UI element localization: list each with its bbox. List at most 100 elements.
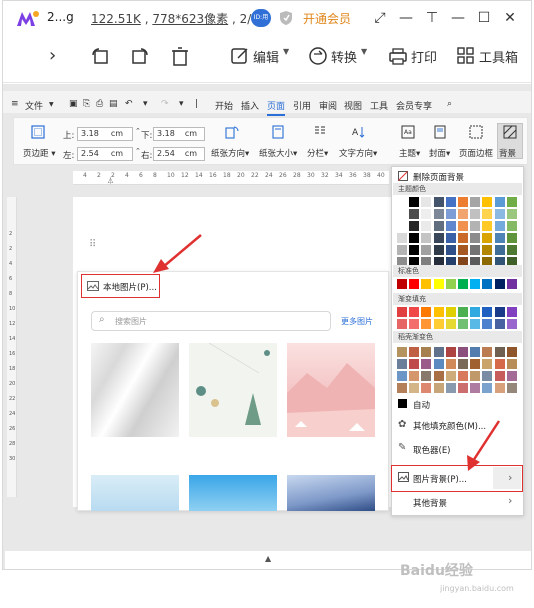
text-direction-button[interactable]: 文字方向▾ — [339, 147, 377, 159]
stock-gradient-swatch[interactable] — [506, 347, 517, 357]
stock-gradient-swatch[interactable] — [409, 383, 420, 393]
tab-home[interactable]: 开始 — [215, 99, 233, 112]
gradient-swatch[interactable] — [445, 307, 456, 317]
bg-thumb-white-silk[interactable] — [91, 343, 179, 437]
image-dims[interactable]: 778*623像素 — [152, 12, 228, 26]
theme-color-swatch[interactable] — [409, 221, 420, 231]
convert-button[interactable]: 转换 — [331, 47, 357, 66]
cover-button[interactable]: 封面▾ — [429, 147, 450, 159]
bg-thumb-blue-wave[interactable] — [287, 475, 375, 511]
stock-gradient-swatch[interactable] — [506, 383, 517, 393]
undo-dropdown-icon[interactable]: ▾ — [143, 99, 148, 109]
theme-color-swatch[interactable] — [470, 221, 481, 231]
minimize-small-icon[interactable]: — — [397, 9, 415, 27]
convert-icon[interactable] — [307, 45, 329, 67]
next-icon[interactable]: › — [49, 45, 71, 67]
left-margin-input[interactable]: 2.54 cm — [77, 147, 133, 161]
gradient-swatch[interactable] — [494, 307, 505, 317]
convert-dropdown-icon[interactable]: ▼ — [361, 47, 367, 56]
edit-dropdown-icon[interactable]: ▼ — [283, 47, 289, 56]
rotate-right-icon[interactable] — [129, 45, 151, 67]
gradient-swatch[interactable] — [506, 307, 517, 317]
stock-gradient-swatch[interactable] — [482, 371, 493, 381]
top-margin-stepper[interactable]: ⌃ — [135, 127, 141, 135]
standard-color-swatch[interactable] — [458, 279, 468, 289]
standard-color-swatch[interactable] — [506, 279, 517, 289]
gradient-swatch[interactable] — [421, 307, 432, 317]
chevron-right-icon[interactable]: › — [508, 494, 512, 507]
color-picker-item[interactable]: 取色器(E) — [413, 444, 451, 456]
theme-color-swatch[interactable] — [433, 233, 444, 243]
print-icon[interactable] — [387, 45, 409, 67]
stock-gradient-swatch[interactable] — [458, 359, 468, 369]
menu-icon[interactable]: ≡ — [11, 99, 19, 109]
text-direction-icon[interactable]: A — [351, 125, 365, 139]
fullscreen-icon[interactable]: ⤢ — [371, 9, 389, 27]
columns-icon[interactable] — [313, 125, 327, 139]
tab-page[interactable]: 页面 — [267, 99, 286, 116]
theme-color-swatch[interactable] — [445, 233, 456, 243]
expand-up-icon[interactable]: ▲ — [265, 554, 271, 563]
stock-gradient-swatch[interactable] — [397, 383, 407, 393]
gradient-swatch[interactable] — [482, 307, 493, 317]
pin-icon[interactable]: ⊤ — [423, 9, 441, 27]
gradient-swatch[interactable] — [397, 307, 407, 317]
gradient-swatch[interactable] — [482, 319, 493, 329]
gradient-swatch[interactable] — [506, 319, 517, 329]
page-border-button[interactable]: 页面边框 — [459, 147, 493, 159]
theme-color-swatch[interactable] — [458, 221, 468, 231]
minimize-icon[interactable]: — — [449, 9, 467, 27]
theme-icon[interactable]: Aa — [401, 125, 415, 139]
stock-gradient-swatch[interactable] — [506, 371, 517, 381]
toolbox-icon[interactable] — [455, 45, 477, 67]
theme-color-swatch[interactable] — [397, 221, 407, 231]
share-icon[interactable]: ⎘ — [83, 99, 90, 109]
bg-thumb-christmas-tree[interactable] — [189, 342, 277, 437]
theme-color-swatch[interactable] — [445, 221, 456, 231]
avatar[interactable]: ID:用户 — [251, 9, 271, 39]
gradient-swatch[interactable] — [409, 307, 420, 317]
stock-gradient-swatch[interactable] — [506, 359, 517, 369]
tab-member[interactable]: 会员专享 — [396, 99, 432, 112]
undo-icon[interactable]: ↶ — [125, 99, 133, 109]
save-icon[interactable]: ▣ — [69, 99, 78, 109]
redo-dropdown-icon[interactable]: ▾ — [179, 99, 184, 109]
redo-icon[interactable]: ↷ — [161, 99, 169, 109]
theme-color-swatch[interactable] — [445, 209, 456, 219]
gradient-swatch[interactable] — [433, 307, 444, 317]
theme-color-swatch[interactable] — [482, 209, 493, 219]
theme-color-swatch[interactable] — [470, 245, 481, 255]
theme-color-swatch[interactable] — [458, 233, 468, 243]
bg-thumb-sky[interactable] — [91, 475, 179, 511]
stock-gradient-swatch[interactable] — [433, 383, 444, 393]
auto-color-swatch[interactable] — [398, 399, 407, 408]
background-button[interactable]: 背景 — [499, 147, 516, 159]
theme-color-swatch[interactable] — [458, 245, 468, 255]
standard-color-swatch[interactable] — [421, 279, 432, 289]
theme-color-swatch[interactable] — [421, 221, 432, 231]
theme-color-swatch[interactable] — [494, 209, 505, 219]
stock-gradient-swatch[interactable] — [421, 359, 432, 369]
bg-thumb-blue[interactable] — [189, 475, 277, 511]
file-size[interactable]: 122.51K — [91, 12, 141, 26]
theme-color-swatch[interactable] — [506, 233, 517, 243]
theme-color-swatch[interactable] — [433, 221, 444, 231]
standard-color-swatch[interactable] — [433, 279, 444, 289]
standard-color-swatch[interactable] — [409, 279, 420, 289]
orientation-button[interactable]: 纸张方向▾ — [211, 147, 249, 159]
stock-gradient-swatch[interactable] — [494, 359, 505, 369]
tab-reference[interactable]: 引用 — [293, 99, 311, 112]
theme-color-swatch[interactable] — [409, 233, 420, 243]
theme-color-swatch[interactable] — [445, 197, 456, 207]
stock-gradient-swatch[interactable] — [397, 359, 407, 369]
theme-color-swatch[interactable] — [458, 209, 468, 219]
top-margin-input[interactable]: 3.18 cm — [77, 127, 133, 141]
standard-color-swatch[interactable] — [470, 279, 481, 289]
stock-gradient-swatch[interactable] — [482, 383, 493, 393]
theme-color-swatch[interactable] — [409, 197, 420, 207]
margins-icon[interactable] — [31, 125, 45, 139]
stock-gradient-swatch[interactable] — [409, 347, 420, 357]
theme-color-swatch[interactable] — [421, 197, 432, 207]
rotate-left-icon[interactable] — [89, 45, 111, 67]
stock-gradient-swatch[interactable] — [421, 371, 432, 381]
